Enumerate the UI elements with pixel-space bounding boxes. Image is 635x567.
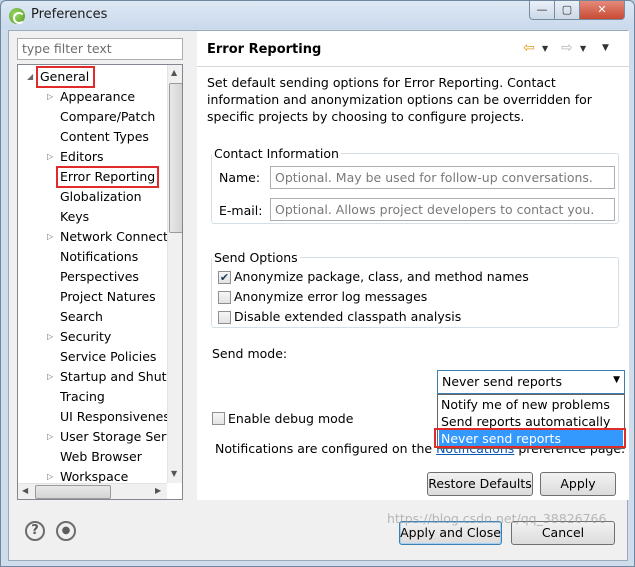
- tree-item-keys[interactable]: Keys: [60, 207, 89, 227]
- page-header: Error Reporting ⇦ ▼ ⇨ ▼ ▼: [197, 31, 629, 67]
- expand-arrow-icon[interactable]: ▷: [47, 367, 57, 387]
- tree-item-perspectives[interactable]: Perspectives: [60, 267, 139, 287]
- tree-item-appearance[interactable]: Appearance: [60, 87, 135, 107]
- chevron-down-icon[interactable]: ▼: [613, 375, 620, 385]
- preferences-window: Preferences — ▢ ✕ type filter text ◢ Gene…: [0, 0, 635, 567]
- tree-item-tracing[interactable]: Tracing: [60, 387, 105, 407]
- expand-arrow-icon[interactable]: ▷: [47, 327, 57, 347]
- dialog-client: type filter text ◢ General ▷ Appearance Comp…: [8, 30, 629, 561]
- send-mode-value: Never send reports: [442, 374, 562, 389]
- maximize-button[interactable]: ▢: [554, 1, 580, 20]
- help-icon[interactable]: ?: [25, 521, 45, 541]
- preference-tree: ◢ General ▷ Appearance Compare/Patch Content …: [17, 64, 183, 500]
- tree-highlight-box: [36, 66, 95, 88]
- tree-item-user-storage-serv[interactable]: User Storage Serv: [60, 427, 174, 447]
- title-bar: Preferences — ▢ ✕: [1, 1, 634, 29]
- forward-arrow-icon[interactable]: ⇨: [561, 40, 573, 56]
- scroll-right-icon[interactable]: ▶: [155, 486, 161, 495]
- watermark: https://blog.csdn.net/qq_38826766: [387, 511, 607, 526]
- expand-arrow-icon[interactable]: ▷: [47, 227, 57, 247]
- scroll-left-icon[interactable]: ◀: [22, 486, 28, 495]
- window-title: Preferences: [31, 7, 108, 22]
- scroll-up-icon[interactable]: ▲: [171, 68, 177, 77]
- tree-item-project-natures[interactable]: Project Natures: [60, 287, 156, 307]
- tree-item-security[interactable]: Security: [60, 327, 111, 347]
- minimize-button[interactable]: —: [529, 1, 555, 20]
- tree-item-editors[interactable]: Editors: [60, 147, 104, 167]
- option-notify[interactable]: Notify me of new problems: [439, 396, 623, 413]
- tree-item-startup-and-shutd[interactable]: Startup and Shutd: [60, 367, 174, 387]
- option-highlight-box: [434, 428, 626, 448]
- send-mode-layer: Never send reports ▼ Notify me of new pr…: [197, 67, 629, 500]
- close-button[interactable]: ✕: [579, 1, 625, 20]
- page-title: Error Reporting: [207, 42, 322, 57]
- hscroll-thumb[interactable]: [35, 485, 111, 499]
- tree-item-notifications[interactable]: Notifications: [60, 247, 138, 267]
- tree-item-web-browser[interactable]: Web Browser: [60, 447, 142, 467]
- tree-horizontal-scrollbar[interactable]: ◀ ▶: [18, 483, 167, 499]
- scroll-down-icon[interactable]: ▼: [171, 469, 177, 478]
- tree-item-service-policies[interactable]: Service Policies: [60, 347, 156, 367]
- expand-arrow-icon[interactable]: ▷: [47, 147, 57, 167]
- expand-arrow-icon[interactable]: ▷: [47, 427, 57, 447]
- view-menu-icon[interactable]: ▼: [602, 43, 609, 53]
- tree-vertical-scrollbar[interactable]: ▲ ▼: [167, 65, 182, 483]
- tree-item-globalization[interactable]: Globalization: [60, 187, 142, 207]
- filter-input[interactable]: type filter text: [17, 38, 183, 60]
- tree-item-compare-patch[interactable]: Compare/Patch: [60, 107, 155, 127]
- back-arrow-icon[interactable]: ⇦: [523, 40, 535, 56]
- tree-highlight-box: [56, 166, 159, 188]
- spring-app-icon: [9, 8, 25, 24]
- record-icon[interactable]: ●: [56, 521, 76, 541]
- tree-item-content-types[interactable]: Content Types: [60, 127, 149, 147]
- send-mode-select[interactable]: Never send reports ▼: [437, 370, 625, 394]
- scroll-thumb[interactable]: [169, 83, 182, 233]
- tree-item-ui-responsiveness[interactable]: UI Responsiveness: [60, 407, 176, 427]
- tree-item-network-connecti[interactable]: Network Connecti: [60, 227, 171, 247]
- back-menu-chevron-icon[interactable]: ▼: [542, 44, 548, 53]
- forward-menu-chevron-icon[interactable]: ▼: [580, 44, 586, 53]
- expand-arrow-icon[interactable]: ▷: [47, 87, 57, 107]
- tree-item-search[interactable]: Search: [60, 307, 103, 327]
